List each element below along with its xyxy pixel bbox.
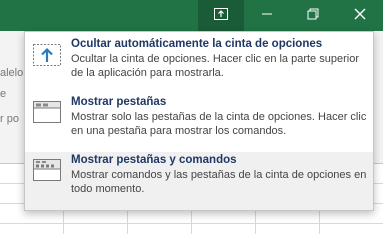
option-title: Mostrar pestañas y comandos <box>71 154 237 166</box>
option-title: Mostrar pestañas <box>71 96 167 108</box>
close-icon <box>354 7 366 25</box>
background-fragment: alelo <box>0 67 24 79</box>
ribbon-display-options-menu: Ocultar automáticamente la cinta de opci… <box>24 31 374 211</box>
option-description: Ocultar la cinta de opciones. Hacer clic… <box>71 53 359 79</box>
auto-hide-ribbon-icon <box>33 44 61 66</box>
minimize-icon <box>261 7 273 25</box>
ribbon-display-options-button[interactable] <box>198 0 244 31</box>
restore-button[interactable] <box>290 0 336 31</box>
restore-icon <box>307 7 319 25</box>
ribbon-display-options-icon <box>214 7 228 25</box>
close-button[interactable] <box>337 0 383 31</box>
option-show-tabs[interactable]: Mostrar pestañas Mostrar solo las pestañ… <box>25 94 373 152</box>
background-fragment: e <box>0 88 7 100</box>
option-auto-hide-ribbon[interactable]: Ocultar automáticamente la cinta de opci… <box>25 36 373 94</box>
option-description: Mostrar comandos y las pestañas de la ci… <box>71 169 367 195</box>
minimize-button[interactable] <box>244 0 290 31</box>
background-fragment: r po <box>0 113 19 125</box>
option-title: Ocultar automáticamente la cinta de opci… <box>71 38 323 50</box>
option-show-tabs-and-commands[interactable]: Mostrar pestañas y comandos Mostrar coma… <box>25 152 373 210</box>
option-description: Mostrar solo las pestañas de la cinta de… <box>71 111 367 137</box>
show-tabs-icon <box>33 101 61 123</box>
title-bar <box>0 0 383 31</box>
show-tabs-and-commands-icon <box>33 159 61 181</box>
